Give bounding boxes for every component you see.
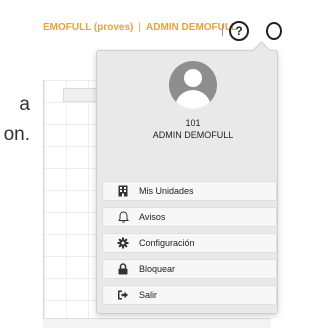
menu-item-avisos[interactable]: Avisos	[102, 207, 277, 227]
user-id: 101	[185, 118, 201, 128]
partial-icon[interactable]	[266, 22, 282, 40]
lock-icon	[117, 263, 129, 275]
background-text-line: a	[19, 94, 30, 115]
avatar-body	[175, 90, 211, 109]
background-calendar-grid	[43, 80, 104, 327]
menu-item-label: Salir	[139, 290, 158, 300]
dropdown-menu: Mis Unidades Avisos Configuración Bloque…	[102, 181, 277, 311]
gear-icon	[117, 237, 129, 249]
building-icon	[117, 185, 129, 197]
user-menu-link[interactable]: ADMIN DEMOFULL	[146, 22, 237, 33]
menu-item-mis-unidades[interactable]: Mis Unidades	[102, 181, 277, 201]
menu-item-salir[interactable]: Salir	[102, 285, 277, 305]
menu-item-label: Configuración	[139, 238, 195, 248]
bell-icon	[117, 211, 129, 223]
menu-item-bloquear[interactable]: Bloquear	[102, 259, 277, 279]
help-circle-icon[interactable]: ?	[229, 21, 249, 41]
separator: |	[138, 22, 141, 33]
background-header-strip	[63, 88, 99, 102]
user-name: ADMIN DEMOFULL	[152, 130, 234, 140]
menu-item-label: Bloquear	[139, 264, 176, 274]
avatar-head	[184, 69, 202, 87]
menu-item-configuracion[interactable]: Configuración	[102, 233, 277, 253]
background-text-line: on.	[3, 124, 30, 145]
company-link[interactable]: EMOFULL (proves)	[43, 22, 133, 33]
background-text: a on.	[0, 90, 30, 150]
sign-out-icon	[117, 289, 129, 301]
divider	[222, 24, 223, 36]
top-bar-links: EMOFULL (proves) | ADMIN DEMOFULL	[43, 22, 237, 33]
menu-item-label: Mis Unidades	[139, 186, 194, 196]
user-dropdown: 101 ADMIN DEMOFULL Mis Unidades Avisos C…	[96, 41, 278, 314]
menu-item-label: Avisos	[139, 212, 166, 222]
help-glyph: ?	[235, 24, 243, 38]
user-avatar-icon	[169, 61, 217, 109]
